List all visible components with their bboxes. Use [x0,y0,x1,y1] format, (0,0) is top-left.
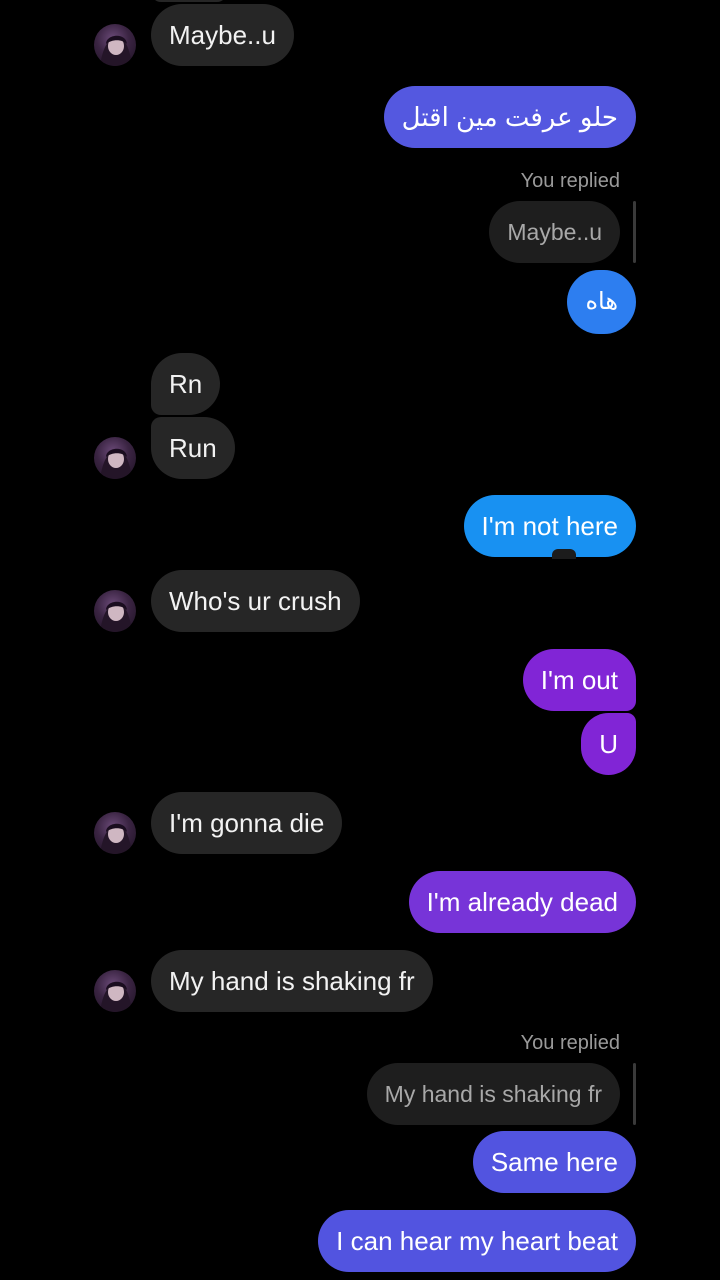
message-bubble-incoming[interactable]: Who's ur crush [151,570,360,632]
message-bubble-incoming[interactable]: Run [151,417,235,479]
avatar[interactable] [94,437,136,479]
reaction-indicator[interactable] [552,549,576,559]
message-bubble-incoming[interactable]: My hand is shaking fr [151,950,433,1012]
profile-photo-icon [100,35,132,66]
previous-message-bubble [151,0,227,2]
avatar[interactable] [94,970,136,1012]
avatar[interactable] [94,812,136,854]
message-bubble-incoming[interactable]: Rn [151,353,221,415]
quoted-message[interactable]: Maybe..u [489,201,620,263]
reply-indicator-label: You replied [520,170,620,192]
profile-photo-icon [100,823,132,854]
message-bubble-incoming[interactable]: I'm gonna die [151,792,343,854]
profile-photo-icon [100,448,132,479]
reply-indicator-label: You replied [520,1032,620,1054]
message-bubble-outgoing[interactable]: I'm out [522,649,636,711]
message-bubble-outgoing[interactable]: U [581,713,636,775]
message-bubble-incoming[interactable]: Maybe..u [151,4,294,66]
message-bubble-outgoing[interactable]: I'm already dead [408,871,636,933]
message-bubble-outgoing[interactable]: I can hear my heart beat [318,1210,636,1272]
message-bubble-outgoing[interactable]: حلو عرفت مين اقتل [383,86,636,148]
profile-photo-icon [100,601,132,632]
avatar[interactable] [94,24,136,66]
message-bubble-outgoing[interactable]: I'm not here [463,495,636,557]
quote-divider [633,1063,636,1125]
profile-photo-icon [100,981,132,1012]
message-bubble-outgoing[interactable]: Same here [472,1131,636,1193]
message-bubble-outgoing[interactable]: هاه [567,270,636,334]
avatar[interactable] [94,590,136,632]
quote-divider [633,201,636,263]
quoted-message[interactable]: My hand is shaking fr [366,1063,620,1125]
